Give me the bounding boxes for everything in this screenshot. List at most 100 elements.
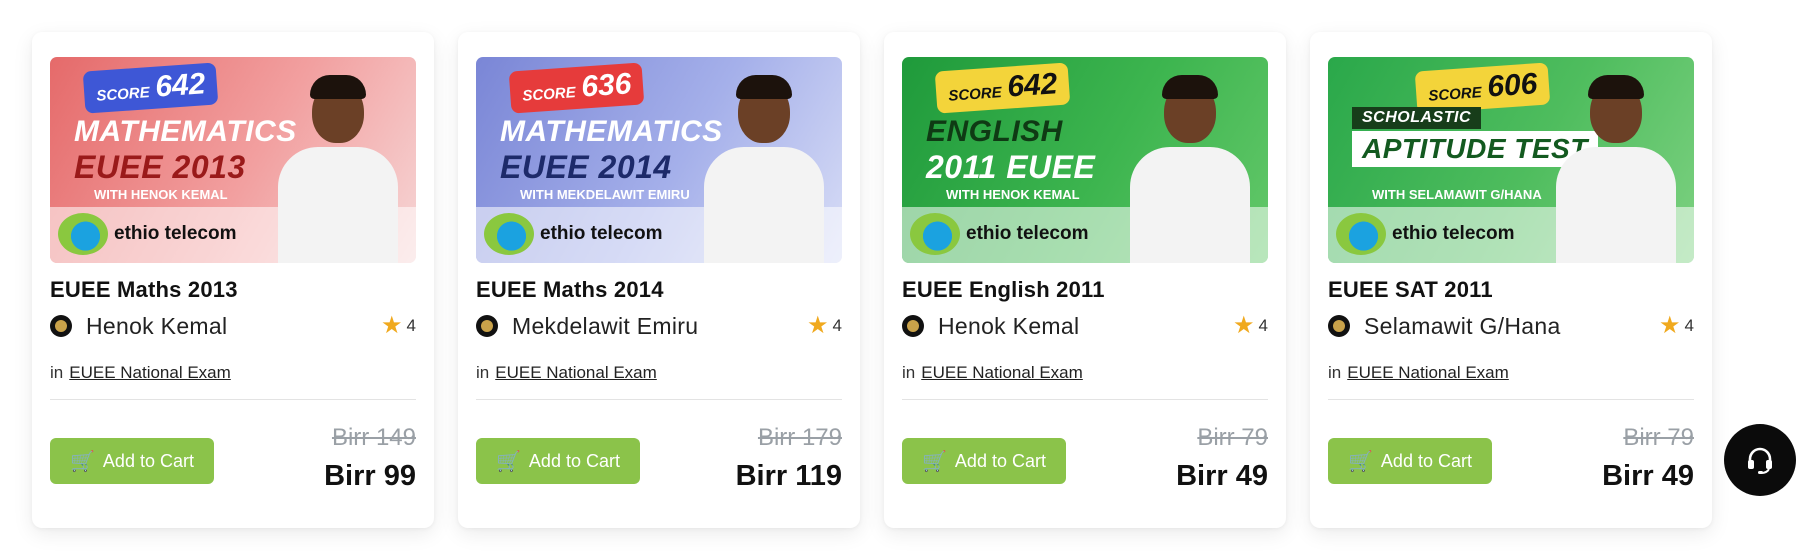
- category-link[interactable]: EUEE National Exam: [69, 363, 231, 382]
- star-icon: ★: [1233, 312, 1255, 339]
- cart-icon: 🛒: [1348, 450, 1373, 473]
- star-icon: ★: [381, 312, 403, 339]
- rating: ★ 4: [1233, 314, 1268, 338]
- category-prefix: in: [50, 363, 64, 382]
- instructor-photo: [1556, 73, 1676, 263]
- add-to-cart-label: Add to Cart: [102, 450, 194, 471]
- thumbnail-exam: EUEE 2013: [74, 149, 246, 185]
- divider: [476, 399, 842, 400]
- category-prefix: in: [902, 363, 916, 382]
- course-card[interactable]: SCORE 636 MATHEMATICS EUEE 2014 WITH MEK…: [458, 32, 860, 528]
- cart-icon: 🛒: [496, 450, 521, 473]
- thumbnail-exam: 2011 EUEE: [926, 149, 1096, 185]
- category-link[interactable]: EUEE National Exam: [1347, 363, 1509, 382]
- price-row: 🛒 Add to Cart Birr 79 Birr 49: [902, 408, 1268, 508]
- sponsor-logo-text: ethio telecom: [114, 223, 237, 244]
- course-category: in EUEE National Exam: [476, 363, 842, 387]
- course-thumbnail[interactable]: SCORE 636 MATHEMATICS EUEE 2014 WITH MEK…: [476, 57, 842, 263]
- sale-price: Birr 119: [735, 460, 842, 492]
- thumbnail-score-badge: SCORE 606: [1414, 62, 1551, 114]
- divider: [1328, 399, 1694, 400]
- author-name[interactable]: Mekdelawit Emiru: [512, 313, 807, 340]
- course-card[interactable]: SCORE 642 ENGLISH 2011 EUEE WITH HENOK K…: [884, 32, 1286, 528]
- thumbnail-instructor: WITH HENOK KEMAL: [94, 187, 228, 202]
- cart-icon: 🛒: [922, 450, 947, 473]
- thumbnail-score-value: 642: [154, 67, 207, 104]
- add-to-cart-button[interactable]: 🛒 Add to Cart: [902, 438, 1066, 484]
- star-icon: ★: [807, 312, 829, 339]
- category-prefix: in: [1328, 363, 1342, 382]
- cart-icon: 🛒: [70, 450, 95, 473]
- course-title[interactable]: EUEE SAT 2011: [1328, 277, 1694, 307]
- ethio-telecom-logo-icon: [1336, 213, 1386, 255]
- course-category: in EUEE National Exam: [902, 363, 1268, 387]
- category-prefix: in: [476, 363, 490, 382]
- sponsor-logo: ethio telecom: [910, 213, 1088, 255]
- author-avatar: [50, 315, 72, 337]
- author-name[interactable]: Henok Kemal: [86, 313, 381, 340]
- add-to-cart-button[interactable]: 🛒 Add to Cart: [476, 438, 640, 484]
- course-category: in EUEE National Exam: [50, 363, 416, 387]
- original-price: Birr 149: [331, 424, 416, 451]
- course-thumbnail[interactable]: SCORE 606 SCHOLASTIC APTITUDE TEST WITH …: [1328, 57, 1694, 263]
- course-card[interactable]: SCORE 642 MATHEMATICS EUEE 2013 WITH HEN…: [32, 32, 434, 528]
- add-to-cart-button[interactable]: 🛒 Add to Cart: [1328, 438, 1492, 484]
- sponsor-logo: ethio telecom: [484, 213, 662, 255]
- add-to-cart-label: Add to Cart: [1380, 450, 1472, 471]
- ethio-telecom-logo-icon: [58, 213, 108, 255]
- thumbnail-score-label: SCORE: [947, 84, 1003, 105]
- course-card[interactable]: SCORE 606 SCHOLASTIC APTITUDE TEST WITH …: [1310, 32, 1712, 528]
- divider: [902, 399, 1268, 400]
- author-avatar: [476, 315, 498, 337]
- support-chat-button[interactable]: [1724, 424, 1796, 496]
- thumbnail-score-badge: SCORE 642: [82, 62, 219, 114]
- star-icon: ★: [1659, 312, 1681, 339]
- author-name[interactable]: Selamawit G/Hana: [1364, 313, 1659, 340]
- thumbnail-score-label: SCORE: [1427, 84, 1483, 105]
- category-link[interactable]: EUEE National Exam: [495, 363, 657, 382]
- thumbnail-score-label: SCORE: [521, 84, 577, 105]
- thumbnail-score-badge: SCORE 642: [934, 62, 1071, 114]
- author-name[interactable]: Henok Kemal: [938, 313, 1233, 340]
- thumbnail-subject: SCHOLASTIC: [1352, 107, 1481, 129]
- author-avatar: [1328, 315, 1350, 337]
- author-row: Henok Kemal ★ 4: [50, 311, 416, 341]
- price-row: 🛒 Add to Cart Birr 79 Birr 49: [1328, 408, 1694, 508]
- ethio-telecom-logo-icon: [484, 213, 534, 255]
- rating-value: 4: [1258, 316, 1268, 335]
- course-card-list: SCORE 642 MATHEMATICS EUEE 2013 WITH HEN…: [32, 32, 1712, 528]
- thumbnail-subject: ENGLISH: [926, 115, 1063, 148]
- thumbnail-instructor: WITH SELAMAWIT G/HANA: [1372, 187, 1542, 202]
- author-row: Selamawit G/Hana ★ 4: [1328, 311, 1694, 341]
- thumbnail-subject: MATHEMATICS: [500, 115, 723, 148]
- instructor-photo: [278, 73, 398, 263]
- sponsor-logo: ethio telecom: [58, 213, 236, 255]
- rating: ★ 4: [381, 314, 416, 338]
- thumbnail-score-label: SCORE: [95, 84, 151, 105]
- original-price: Birr 179: [757, 424, 842, 451]
- thumbnail-instructor: WITH HENOK KEMAL: [946, 187, 1080, 202]
- add-to-cart-button[interactable]: 🛒 Add to Cart: [50, 438, 214, 484]
- category-link[interactable]: EUEE National Exam: [921, 363, 1083, 382]
- sale-price: Birr 49: [1176, 460, 1268, 492]
- original-price: Birr 79: [1197, 424, 1268, 451]
- course-title[interactable]: EUEE English 2011: [902, 277, 1268, 307]
- course-thumbnail[interactable]: SCORE 642 MATHEMATICS EUEE 2013 WITH HEN…: [50, 57, 416, 263]
- instructor-photo: [704, 73, 824, 263]
- headset-icon: [1748, 447, 1772, 474]
- rating: ★ 4: [807, 314, 842, 338]
- add-to-cart-label: Add to Cart: [954, 450, 1046, 471]
- add-to-cart-label: Add to Cart: [528, 450, 620, 471]
- sponsor-logo-text: ethio telecom: [1392, 223, 1515, 244]
- rating-value: 4: [832, 316, 842, 335]
- author-row: Mekdelawit Emiru ★ 4: [476, 311, 842, 341]
- divider: [50, 399, 416, 400]
- rating: ★ 4: [1659, 314, 1694, 338]
- thumbnail-score-value: 642: [1006, 67, 1059, 104]
- thumbnail-score-value: 636: [580, 67, 633, 104]
- sale-price: Birr 49: [1602, 460, 1694, 492]
- course-title[interactable]: EUEE Maths 2013: [50, 277, 416, 307]
- course-thumbnail[interactable]: SCORE 642 ENGLISH 2011 EUEE WITH HENOK K…: [902, 57, 1268, 263]
- sponsor-logo: ethio telecom: [1336, 213, 1514, 255]
- course-title[interactable]: EUEE Maths 2014: [476, 277, 842, 307]
